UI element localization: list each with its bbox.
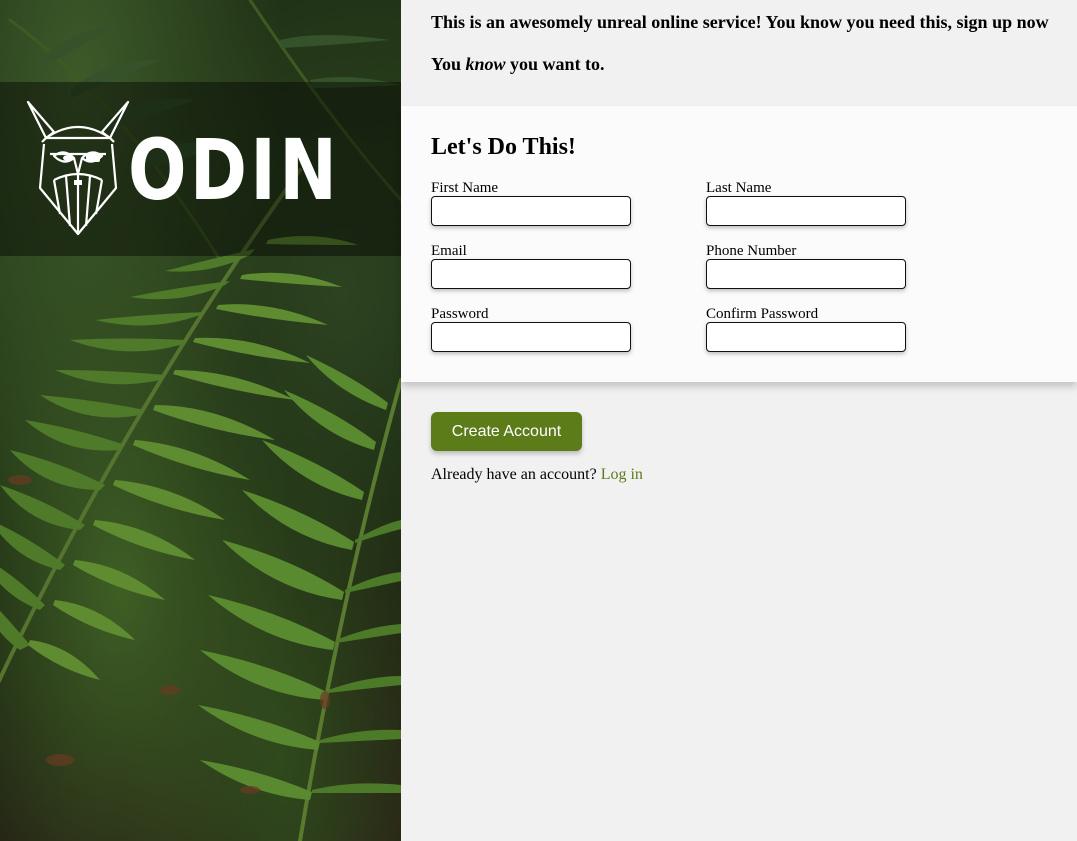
password-label: Password	[431, 306, 489, 322]
hero-image-panel: ODIN	[0, 0, 401, 841]
phone-input[interactable]	[706, 259, 906, 289]
confirm-password-input[interactable]	[706, 322, 906, 352]
first-name-group: First Name	[431, 180, 631, 226]
confirm-password-label: Confirm Password	[706, 306, 819, 322]
last-name-group: Last Name	[706, 180, 906, 226]
login-prompt: Already have an account? Log in	[431, 466, 643, 484]
intro-subline-end: you want to.	[505, 54, 605, 74]
email-input[interactable]	[431, 259, 631, 289]
email-label: Email	[431, 243, 467, 259]
login-prompt-text: Already have an account?	[431, 466, 601, 483]
intro-subline: You know you want to.	[431, 54, 605, 75]
password-group: Password	[431, 306, 631, 352]
last-name-input[interactable]	[706, 196, 906, 226]
last-name-label: Last Name	[706, 180, 772, 196]
phone-group: Phone Number	[706, 243, 906, 289]
first-name-input[interactable]	[431, 196, 631, 226]
login-link[interactable]: Log in	[601, 466, 643, 483]
signup-form-card: Let's Do This! First Name Last Name Emai…	[401, 106, 1077, 382]
signup-page: ODIN This is an awesomely unreal online …	[0, 0, 1077, 841]
intro-subline-emphasis: know	[465, 54, 506, 74]
intro-headline: This is an awesomely unreal online servi…	[431, 12, 1049, 32]
logo-band: ODIN	[0, 82, 401, 256]
intro-section: This is an awesomely unreal online servi…	[431, 0, 1077, 105]
viking-helmet-icon	[26, 100, 130, 236]
create-account-button[interactable]: Create Account	[431, 412, 582, 451]
intro-subline-start: You	[431, 54, 466, 74]
email-group: Email	[431, 243, 631, 289]
phone-label: Phone Number	[706, 243, 797, 259]
first-name-label: First Name	[431, 180, 499, 196]
confirm-password-group: Confirm Password	[706, 306, 906, 352]
form-heading: Let's Do This!	[431, 134, 576, 160]
password-input[interactable]	[431, 322, 631, 352]
brand-logo-text: ODIN	[128, 121, 341, 219]
